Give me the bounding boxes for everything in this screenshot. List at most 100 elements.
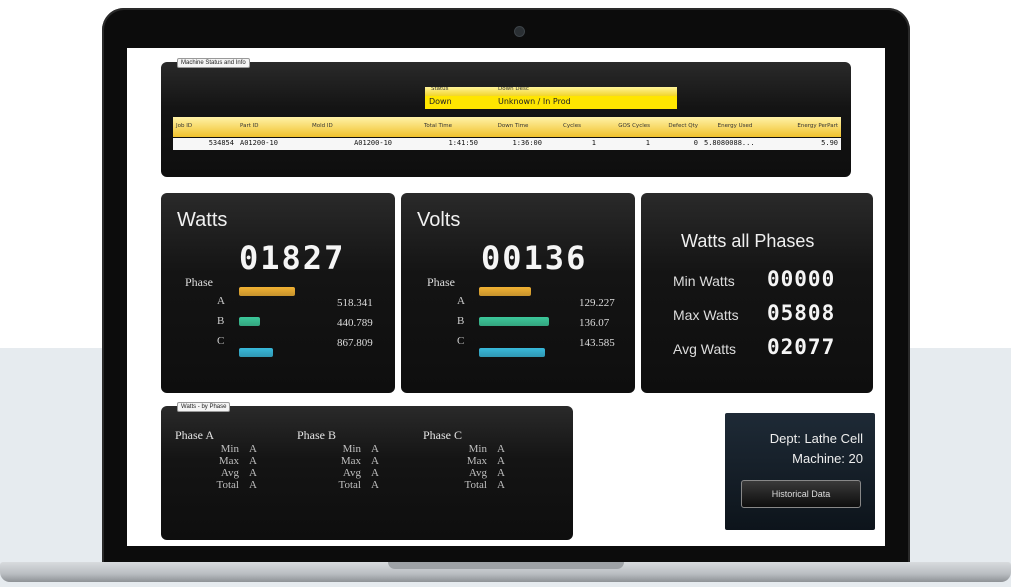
phase-a-total-label: Total — [216, 479, 239, 491]
status-value: Down — [429, 98, 452, 107]
watts-all-phases-title: Watts all Phases — [681, 231, 815, 251]
col-total-time: Total Time — [423, 123, 453, 130]
watts-phase-b-label: B — [217, 315, 225, 327]
phase-b-min-label: Min — [342, 443, 361, 455]
down-desc-value: Unknown / In Prod — [498, 98, 571, 107]
phase-a-max-label: Max — [218, 455, 239, 467]
laptop-notch — [388, 562, 624, 569]
list-item: Min A — [297, 443, 379, 455]
phase-a-max-value: A — [249, 455, 257, 467]
max-watts-label: Max Watts — [673, 307, 739, 323]
volts-panel: Volts 00136 Phase A B C 129.227 136.07 1… — [401, 193, 635, 393]
list-item: Max A — [423, 455, 505, 467]
col-mold-id: Mold ID — [312, 123, 333, 130]
col-defect-qty: Defect Qty — [668, 123, 698, 130]
phase-a-avg-label: Avg — [220, 467, 239, 479]
volts-reading: 00136 — [481, 239, 588, 277]
watts-reading: 01827 — [239, 239, 346, 277]
volts-phase-c-bar — [479, 348, 545, 357]
col-gos-cycles: GOS Cycles — [618, 123, 650, 130]
phase-b-avg-label: Avg — [342, 467, 361, 479]
avg-watts-value: 02077 — [767, 335, 836, 359]
watts-panel: Watts 01827 Phase A B C 518.341 440.789 … — [161, 193, 395, 393]
phase-a-title: Phase A — [175, 428, 214, 442]
phase-a-total-value: A — [249, 479, 257, 491]
watts-phase-b-value: 440.789 — [337, 317, 373, 329]
phase-c-max-label: Max — [466, 455, 487, 467]
cell-part-id: A01200-10 — [240, 140, 278, 148]
cell-mold-id: A01200-10 — [354, 140, 392, 148]
list-item: Total A — [297, 479, 379, 491]
phase-c-avg-value: A — [497, 467, 505, 479]
list-item: Total A — [423, 479, 505, 491]
phase-a-min-value: A — [249, 443, 257, 455]
col-down-time: Down Time — [497, 123, 529, 130]
historical-data-button[interactable]: Historical Data — [741, 480, 861, 508]
col-energy-used: Energy Used — [717, 123, 753, 130]
volts-title: Volts — [417, 209, 461, 231]
phase-b-column: Phase B Min A Max A Avg A Total A — [297, 428, 379, 491]
watts-phase-b-bar — [239, 317, 260, 326]
phase-b-total-label: Total — [338, 479, 361, 491]
cell-defect-qty: 0 — [693, 140, 698, 148]
list-item: Min A — [175, 443, 257, 455]
volts-phase-a-value: 129.227 — [579, 297, 615, 309]
phase-c-title: Phase C — [423, 428, 462, 442]
avg-watts-label: Avg Watts — [673, 341, 737, 357]
max-watts-value: 05808 — [767, 301, 836, 325]
min-watts-label: Min Watts — [673, 273, 735, 289]
dept-info-box: Dept: Lathe Cell Machine: 20 Historical … — [725, 413, 875, 530]
list-item: Avg A — [297, 467, 379, 479]
phase-c-avg-label: Avg — [468, 467, 487, 479]
cell-job-id: 534854 — [208, 140, 234, 148]
phase-c-min-label: Min — [468, 443, 487, 455]
phase-b-max-value: A — [371, 455, 379, 467]
watts-phase-a-value: 518.341 — [337, 297, 373, 309]
dept-label: Dept: Lathe Cell — [769, 431, 863, 446]
phase-c-column: Phase C Min A Max A Avg A Total A — [423, 428, 505, 491]
watts-phase-c-bar — [239, 348, 273, 357]
status-header: Status Down Desc — [425, 87, 677, 96]
list-item: Avg A — [423, 467, 505, 479]
watts-phase-c-value: 867.809 — [337, 337, 373, 349]
volts-phase-a-bar — [479, 287, 531, 296]
phase-b-title: Phase B — [297, 428, 336, 442]
phase-a-avg-value: A — [249, 467, 257, 479]
watts-phase-a-bar — [239, 287, 295, 296]
status-table-header: Job ID Part ID Mold ID Total Time Down T… — [173, 117, 841, 137]
volts-phase-a-label: A — [457, 295, 465, 307]
col-energy-per-part: Energy PerPart — [797, 123, 838, 130]
volts-phase-c-value: 143.585 — [579, 337, 615, 349]
cell-energy-used: 5.8080088... — [704, 140, 755, 148]
status-box: Status Down Desc Down Unknown / In Prod — [425, 87, 677, 109]
volts-phase-c-label: C — [457, 335, 465, 347]
machine-status-panel: Machine Status and Info Status Down Desc… — [161, 58, 851, 177]
phase-c-total-label: Total — [464, 479, 487, 491]
phase-c-max-value: A — [497, 455, 505, 467]
down-desc-header-label: Down Desc — [498, 87, 529, 92]
dashboard-screen: Machine Status and Info Status Down Desc… — [127, 48, 885, 546]
list-item: Max A — [175, 455, 257, 467]
watts-by-phase-panel: Watts - by Phase Phase A Min A Max A Avg A … — [161, 402, 573, 540]
phase-b-max-label: Max — [340, 455, 361, 467]
phase-c-total-value: A — [497, 479, 505, 491]
camera-icon — [514, 26, 525, 37]
list-item: Total A — [175, 479, 257, 491]
col-job-id: Job ID — [176, 123, 193, 130]
table-row: 534854 A01200-10 A01200-10 1:41:50 1:36:… — [173, 138, 841, 150]
list-item: Min A — [423, 443, 505, 455]
status-header-label: Status — [431, 87, 449, 92]
volts-phase-b-label: B — [457, 315, 465, 327]
volts-phase-b-bar — [479, 317, 549, 326]
cell-energy-per-part: 5.90 — [821, 140, 838, 148]
phase-a-column: Phase A Min A Max A Avg A Total A — [175, 428, 257, 491]
phase-b-total-value: A — [371, 479, 379, 491]
min-watts-value: 00000 — [767, 267, 836, 291]
list-item: Avg A — [175, 467, 257, 479]
machine-label: Machine: 20 — [792, 451, 863, 466]
cell-gos-cycles: 1 — [645, 140, 650, 148]
volts-phase-b-value: 136.07 — [579, 317, 610, 329]
watts-phase-a-label: A — [217, 295, 225, 307]
phase-b-avg-value: A — [371, 467, 379, 479]
col-cycles: Cycles — [563, 123, 581, 130]
